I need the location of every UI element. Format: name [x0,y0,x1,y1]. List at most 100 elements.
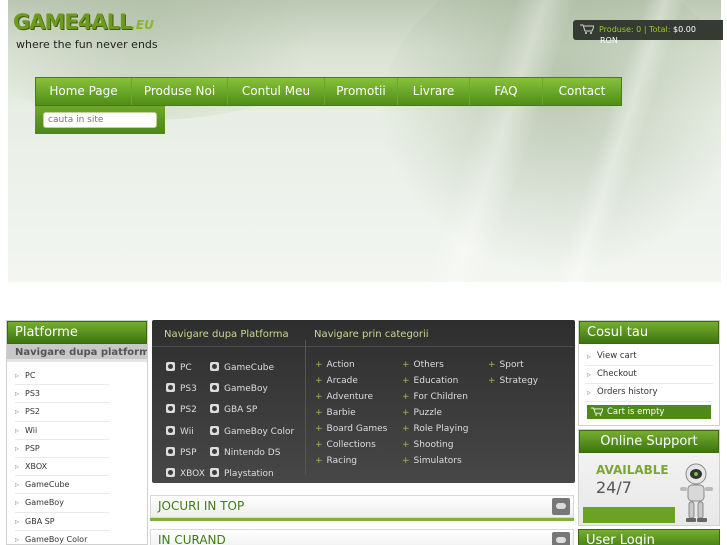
platform-icon [166,362,175,371]
category-link[interactable]: + Role Playing [402,424,469,434]
nav-faq[interactable]: FAQ [470,78,543,105]
browse-platform-link[interactable]: GameBoy [210,383,268,394]
platforms-sidebar: Platforme Navigare dupa platforma PC PS3… [6,320,148,545]
browse-platform-link[interactable]: GameBoy Color [210,426,294,437]
plus-icon: + [315,408,323,418]
nav-contact[interactable]: Contact [543,78,621,105]
cart-products-label: Produse: [599,25,634,34]
platform-icon [210,404,219,413]
category-label: Adventure [326,392,374,402]
browse-platform-link[interactable]: Wii [166,426,194,437]
online-support-box[interactable]: Online Support AVAILABLE 24/7 [578,429,720,526]
plus-icon: + [315,440,323,450]
plus-icon: + [402,392,410,402]
platform-icon [166,468,175,477]
platform-link[interactable]: PS3 [15,385,109,404]
category-link[interactable]: + Sport [488,360,524,370]
right-sidebar: Cosul tau View cart Checkout Orders hist… [578,320,720,545]
coming-soon-title: IN CURAND [158,533,226,545]
nav-new-products[interactable]: Produse Noi [132,78,228,105]
user-login-box: User Login [578,529,720,545]
search-input[interactable] [43,112,157,128]
platform-link[interactable]: PC [15,367,109,386]
browse-platform-link[interactable]: Nintendo DS [210,447,280,458]
browse-platform-link[interactable]: XBOX [166,468,205,479]
coming-soon-section-header[interactable]: IN CURAND [150,529,574,545]
robot-icon [680,463,713,522]
plus-icon: + [402,456,410,466]
nav-home[interactable]: Home Page [36,78,132,105]
platform-icon [210,468,219,477]
user-login-title: User Login [578,529,720,545]
category-link[interactable]: + Education [402,376,458,386]
category-link[interactable]: + Arcade [315,376,358,386]
nav-delivery[interactable]: Livrare [398,78,470,105]
site-logo[interactable]: GAME4ALL.EU where the fun never ends [13,10,163,55]
plus-icon: + [402,424,410,434]
top-games-title: JOCURI IN TOP [158,499,245,513]
platform-link[interactable]: GameBoy [15,494,109,513]
platform-link[interactable]: Wii [15,422,109,440]
browse-platform-link[interactable]: PC [166,362,192,373]
online-support-title: Online Support [579,430,719,453]
platform-link[interactable]: XBOX [15,458,109,477]
plus-icon: + [315,424,323,434]
cart-total-label: Total: [649,25,671,34]
browse-platform-link[interactable]: Playstation [210,468,274,479]
view-cart-link[interactable]: View cart [585,348,713,366]
category-link[interactable]: + Action [315,360,355,370]
page: GAME4ALL.EU where the fun never ends Pro… [0,0,727,545]
platform-link[interactable]: PS2 [15,403,109,422]
logo-domain: .EU [131,18,154,32]
nav-my-account[interactable]: Contul Meu [228,78,325,105]
browse-platform-label: Playstation [224,469,274,479]
platform-link[interactable]: GameBoy Color [15,531,109,544]
top-games-section-header[interactable]: JOCURI IN TOP [150,495,574,521]
cart-total-value: $0.00 [673,25,696,34]
cart-box: Cosul tau View cart Checkout Orders hist… [578,320,720,426]
browse-platform-link[interactable]: PS3 [166,383,197,394]
category-link[interactable]: + Racing [315,456,357,466]
category-link[interactable]: + Barbie [315,408,356,418]
browse-platform-title: Navigare dupa Platforma [164,329,289,340]
category-label: Simulators [413,456,462,466]
browse-platform-label: XBOX [180,469,205,479]
main-nav: Home Page Produse Noi Contul Meu Promoti… [35,77,622,106]
header-cart-summary[interactable]: Produse: 0 | Total: $0.00 RON [573,20,723,45]
category-link[interactable]: + Adventure [315,392,373,402]
cart-products-count: 0 [636,25,642,34]
browse-platform-link[interactable]: GBA SP [210,404,257,415]
cart-status-badge: Cart is empty [587,405,711,419]
browse-platform-link[interactable]: GameCube [210,362,274,373]
browse-platform-label: Wii [180,427,194,437]
plus-icon: + [315,376,323,386]
browse-platform-label: PC [180,363,192,373]
checkout-link[interactable]: Checkout [585,366,713,384]
browse-platform-link[interactable]: PSP [166,447,197,458]
category-link[interactable]: + For Children [402,392,468,402]
platform-link[interactable]: GBA SP [15,513,109,531]
browse-platform-label: GBA SP [224,405,258,415]
plus-icon: + [315,392,323,402]
browse-platform-label: PS2 [180,405,197,415]
search-box [35,106,165,134]
category-link[interactable]: + Others [402,360,444,370]
section-underline [150,518,574,521]
support-bar [583,507,675,523]
platform-link[interactable]: PSP [15,440,109,458]
browse-platform-label: Nintendo DS [224,448,281,458]
category-link[interactable]: + Puzzle [402,408,442,418]
category-link[interactable]: + Shooting [402,440,453,450]
nav-promotions[interactable]: Promotii [325,78,398,105]
plus-icon: + [488,376,496,386]
browse-platform-label: GameBoy Color [224,427,295,437]
category-link[interactable]: + Simulators [402,456,462,466]
orders-history-link[interactable]: Orders history [585,384,713,402]
platform-icon [166,383,175,392]
platform-link[interactable]: GameCube [15,476,109,495]
category-link[interactable]: + Board Games [315,424,387,434]
category-link[interactable]: + Collections [315,440,376,450]
site-tagline: where the fun never ends [16,38,158,51]
browse-platform-link[interactable]: PS2 [166,404,197,415]
category-link[interactable]: + Strategy [488,376,538,386]
